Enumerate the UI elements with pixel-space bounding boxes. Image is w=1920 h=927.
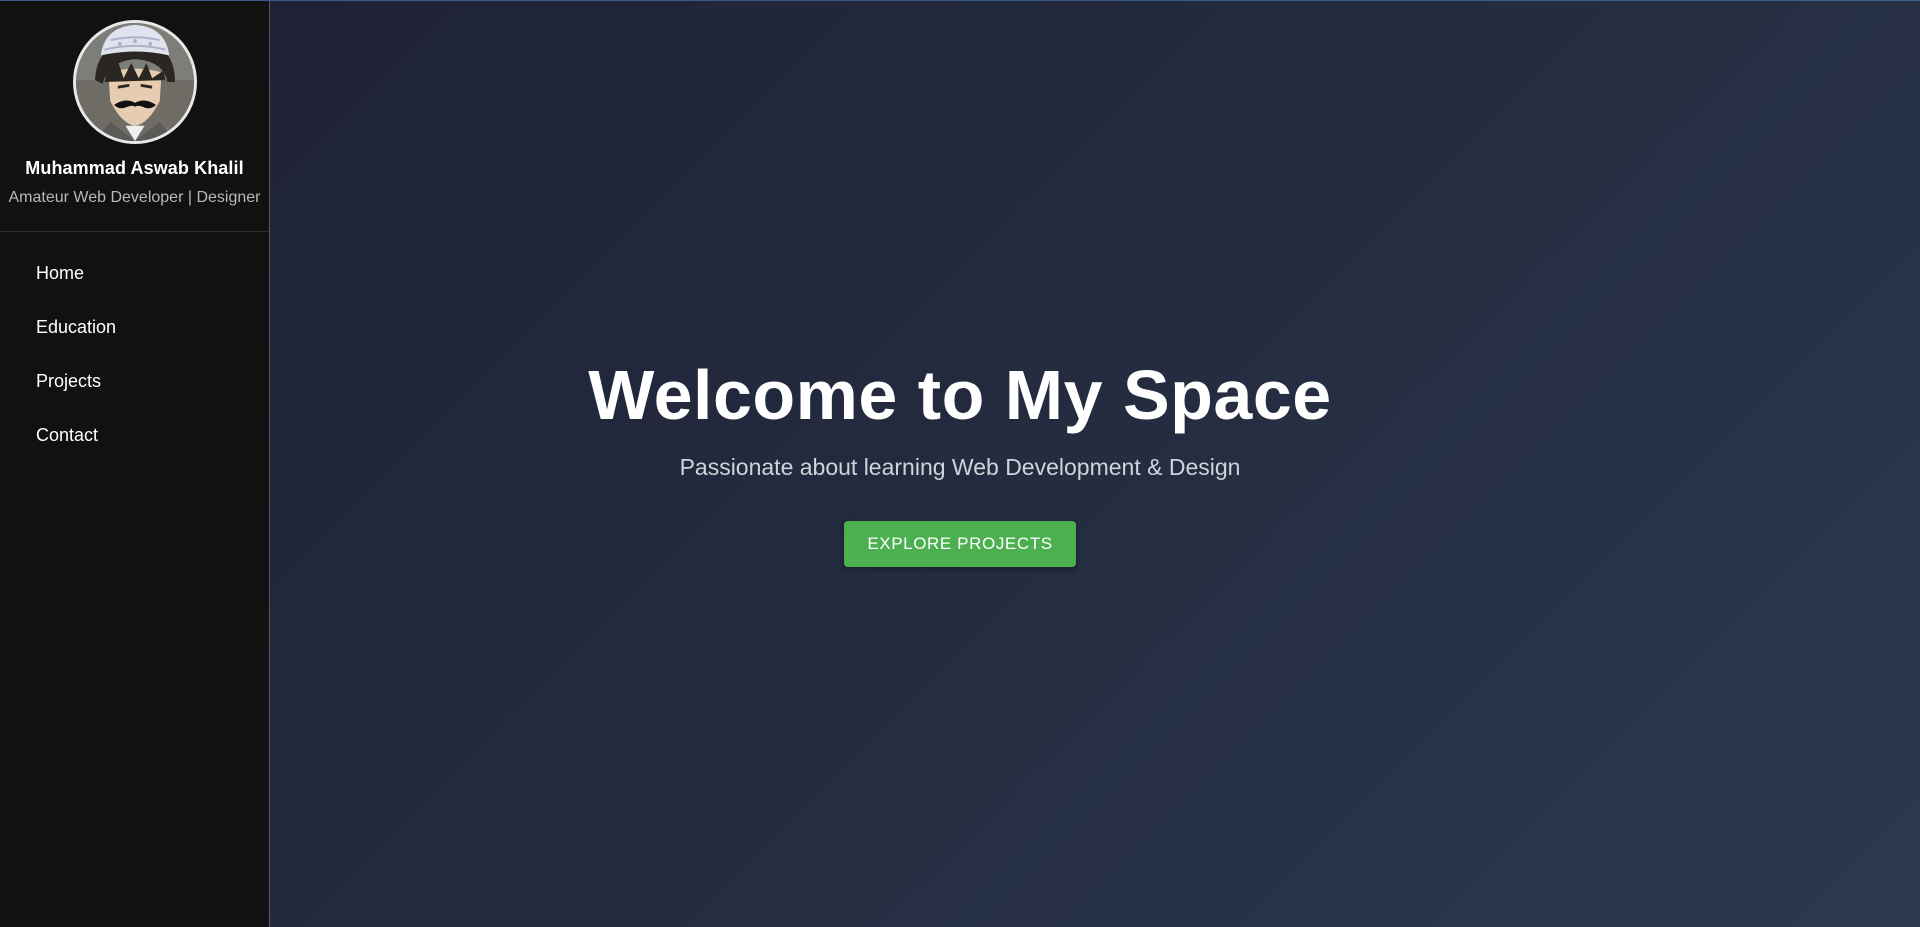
sidebar: Muhammad Aswab Khalil Amateur Web Develo… [0,0,270,927]
nav-item-projects[interactable]: Projects [0,354,269,408]
top-border [0,0,1920,1]
avatar [72,20,197,144]
sidebar-nav: Home Education Projects Contact [0,232,269,462]
hero-section: Welcome to My Space Passionate about lea… [270,352,1650,567]
main-content: Welcome to My Space Passionate about lea… [270,0,1920,927]
nav-list: Home Education Projects Contact [0,232,269,462]
nav-item-education[interactable]: Education [0,300,269,354]
profile-name: Muhammad Aswab Khalil [25,158,244,178]
nav-item-contact[interactable]: Contact [0,408,269,462]
profile-section: Muhammad Aswab Khalil Amateur Web Develo… [0,0,269,232]
hero-title: Welcome to My Space [588,356,1332,434]
page: Muhammad Aswab Khalil Amateur Web Develo… [0,0,1920,927]
hero-subtitle: Passionate about learning Web Developmen… [679,454,1241,480]
avatar-portrait-image [75,23,194,141]
explore-projects-button[interactable]: EXPLORE PROJECTS [844,521,1076,567]
profile-role: Amateur Web Developer | Designer [8,189,261,206]
nav-item-home[interactable]: Home [0,246,269,300]
